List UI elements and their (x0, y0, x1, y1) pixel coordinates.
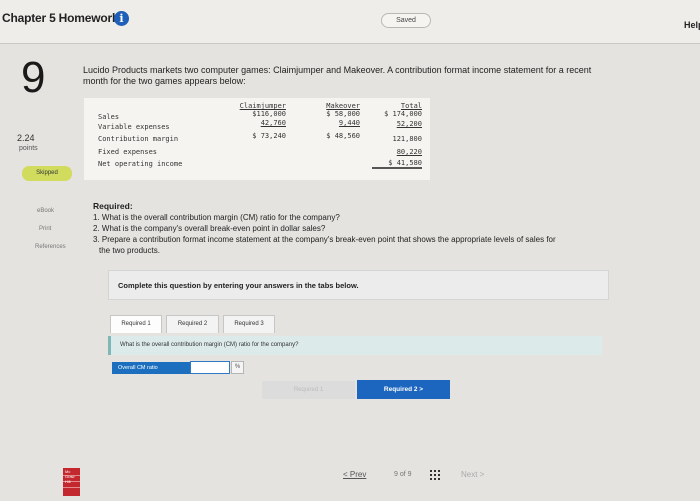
tab-required-1[interactable]: Required 1 (110, 315, 162, 333)
col-header-makeover: Makeover (326, 102, 360, 110)
grid-icon[interactable] (430, 470, 440, 480)
cell: $ 58,000 (326, 110, 360, 118)
question-text: Lucido Products markets two computer gam… (83, 65, 673, 87)
required-item-1: 1. What is the overall contribution marg… (93, 213, 340, 222)
col-header-total: Total (400, 102, 422, 110)
previous-required-button[interactable]: Required 1 (262, 381, 355, 399)
row-label: Contribution margin (98, 135, 179, 143)
prev-question-link[interactable]: < Prev (343, 470, 366, 479)
help-link[interactable]: Help (684, 20, 700, 30)
next-required-button[interactable]: Required 2 > (357, 380, 450, 399)
header-divider (0, 43, 700, 44)
cell: 121,800 (392, 135, 422, 143)
page-indicator: 9 of 9 (394, 471, 412, 478)
question-number: 9 (21, 53, 46, 102)
tab-question-strip: What is the overall contribution margin … (108, 336, 602, 355)
cell: $ 48,560 (326, 132, 360, 140)
row-label: Sales (98, 113, 120, 121)
row-label: Fixed expenses (98, 148, 158, 156)
row-label: Variable expenses (98, 123, 170, 131)
status-badge: Skipped (22, 166, 72, 181)
cm-ratio-input[interactable] (190, 361, 230, 374)
cell: $116,000 (252, 110, 286, 118)
col-header-claimjumper: Claimjumper (239, 102, 286, 110)
tab-question-text: What is the overall contribution margin … (120, 342, 299, 348)
cell: $ 41,580 (372, 159, 422, 169)
saved-status: Saved (381, 13, 431, 28)
points-label: points (19, 145, 38, 152)
ebook-link[interactable]: eBook (37, 208, 54, 214)
required-heading: Required: (93, 201, 133, 211)
points-value: 2.24 (17, 133, 35, 143)
required-section: Required: 1. What is the overall contrib… (93, 201, 663, 256)
tab-required-3[interactable]: Required 3 (223, 315, 275, 333)
required-item-3-cont: the two products. (99, 246, 160, 255)
cell: 9,440 (338, 119, 360, 127)
instruction-box: Complete this question by entering your … (108, 270, 609, 300)
question-line-1: Lucido Products markets two computer gam… (83, 65, 592, 75)
logo-text: Mc Graw Hill (65, 469, 75, 484)
required-item-2: 2. What is the company's overall break-e… (93, 224, 326, 233)
references-link[interactable]: References (35, 244, 66, 250)
info-icon[interactable]: i (114, 11, 129, 26)
cell: $ 73,240 (252, 132, 286, 140)
next-question-link[interactable]: Next > (461, 470, 484, 479)
income-statement: Claimjumper Makeover Total Sales $116,00… (84, 98, 430, 180)
question-line-2: month for the two games appears below: (83, 76, 246, 86)
required-item-3: 3. Prepare a contribution format income … (93, 235, 556, 244)
cell: 52,200 (396, 120, 422, 128)
tab-required-2[interactable]: Required 2 (166, 315, 219, 333)
row-label: Net operating income (98, 160, 183, 168)
print-link[interactable]: Print (39, 226, 51, 232)
cell: 80,220 (396, 148, 422, 156)
assignment-title: Chapter 5 Homework (2, 11, 119, 25)
cell: 42,760 (260, 119, 286, 127)
answer-label: Overall CM ratio (112, 362, 190, 374)
instruction-text: Complete this question by entering your … (118, 281, 359, 290)
publisher-logo: Mc Graw Hill (63, 468, 80, 496)
percent-unit: % (231, 361, 244, 374)
cell: $ 174,000 (384, 110, 422, 118)
